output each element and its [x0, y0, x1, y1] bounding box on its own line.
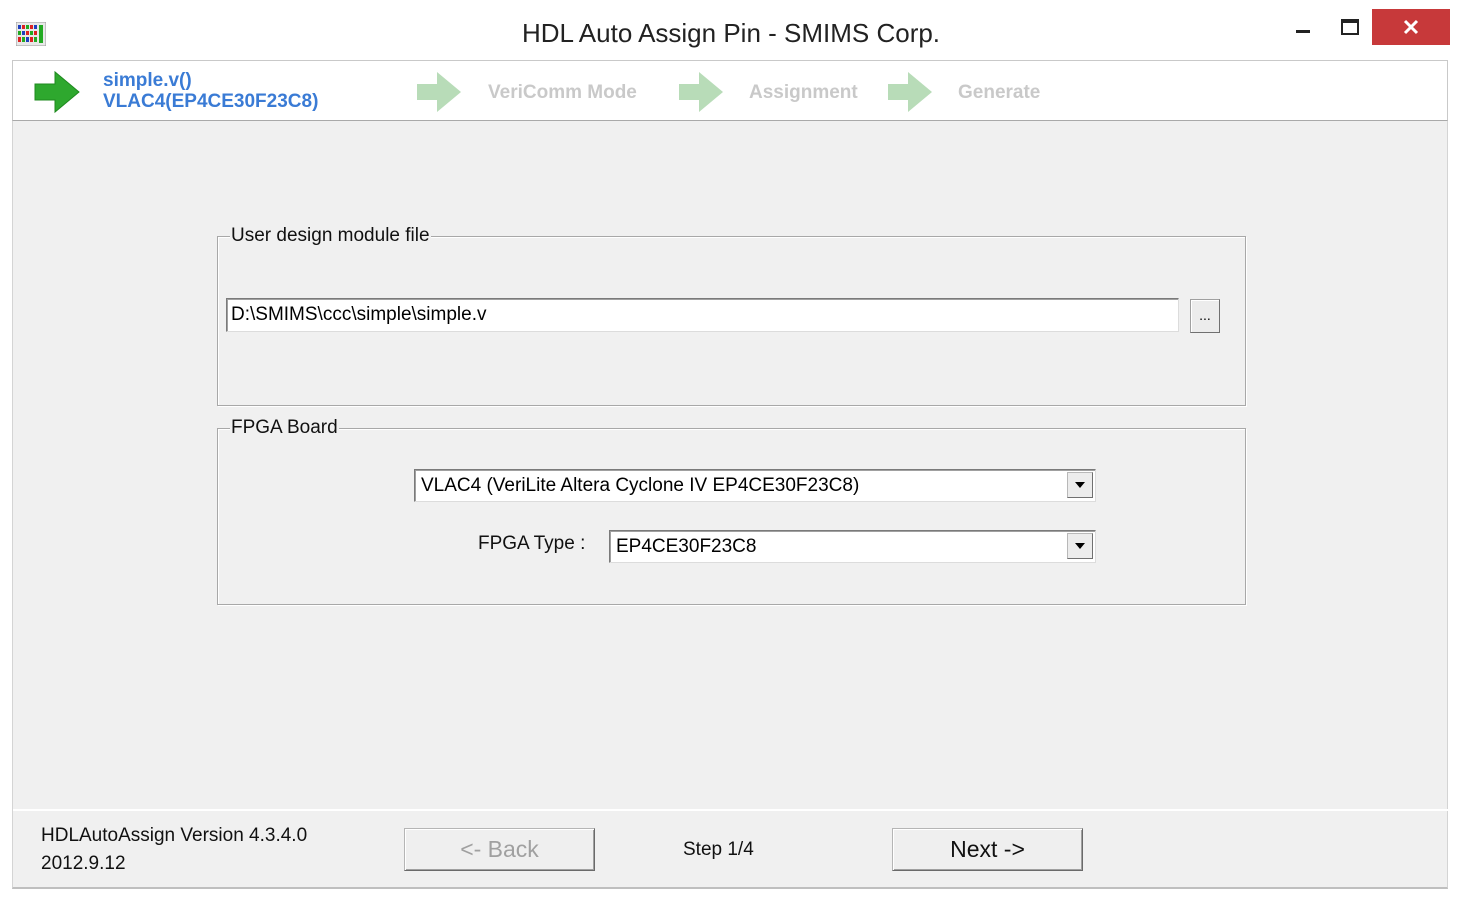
fpga-type-select-value: EP4CE30F23C8	[616, 536, 757, 557]
maximize-button[interactable]	[1330, 9, 1370, 45]
board-select-dropdown-button[interactable]	[1067, 472, 1093, 498]
current-step-board: VLAC4(EP4CE30F23C8)	[103, 91, 319, 112]
fpga-board-group: FPGA Board VLAC4 (VeriLite Altera Cyclon…	[217, 416, 1246, 605]
minimize-button[interactable]	[1283, 9, 1323, 45]
app-window: HDL Auto Assign Pin - SMIMS Corp. simple…	[0, 0, 1462, 895]
current-step-arrow-icon	[34, 70, 80, 114]
step-arrow-icon	[679, 72, 723, 112]
minimize-icon	[1296, 30, 1310, 33]
fpga-type-label: FPGA Type :	[478, 533, 586, 554]
fpga-type-dropdown-button[interactable]	[1067, 533, 1093, 559]
version-date: 2012.9.12	[41, 853, 126, 874]
fpga-board-legend: FPGA Board	[230, 416, 339, 440]
step-assignment: Assignment	[749, 82, 858, 103]
step-vericomm-mode: VeriComm Mode	[488, 82, 637, 103]
wizard-step-header: simple.v() VLAC4(EP4CE30F23C8) VeriComm …	[12, 60, 1448, 121]
step-indicator: Step 1/4	[683, 839, 754, 860]
fpga-type-select[interactable]: EP4CE30F23C8	[609, 530, 1096, 563]
board-select[interactable]: VLAC4 (VeriLite Altera Cyclone IV EP4CE3…	[414, 469, 1096, 502]
window-title: HDL Auto Assign Pin - SMIMS Corp.	[521, 18, 941, 48]
step-generate: Generate	[958, 82, 1041, 103]
current-step-file: simple.v()	[103, 70, 192, 91]
footer-divider	[13, 809, 1449, 811]
version-text: HDLAutoAssign Version 4.3.4.0	[41, 825, 308, 846]
chevron-down-icon	[1075, 543, 1085, 549]
wizard-footer: HDLAutoAssign Version 4.3.4.0 2012.9.12 …	[12, 809, 1449, 889]
close-button[interactable]	[1372, 9, 1450, 45]
step-arrow-icon	[417, 72, 461, 112]
close-icon	[1403, 19, 1419, 35]
main-panel: User design module file D:\SMIMS\ccc\sim…	[12, 121, 1448, 809]
design-file-legend: User design module file	[230, 224, 431, 248]
next-button[interactable]: Next ->	[892, 828, 1083, 871]
design-file-path-input[interactable]: D:\SMIMS\ccc\simple\simple.v	[226, 298, 1179, 332]
step-arrow-icon	[888, 72, 932, 112]
back-button[interactable]: <- Back	[404, 828, 595, 871]
browse-file-button[interactable]: ...	[1190, 299, 1220, 333]
maximize-icon	[1341, 19, 1359, 35]
design-file-group: User design module file D:\SMIMS\ccc\sim…	[217, 224, 1246, 406]
chevron-down-icon	[1075, 482, 1085, 488]
current-step-label: simple.v() VLAC4(EP4CE30F23C8)	[103, 70, 318, 112]
board-select-value: VLAC4 (VeriLite Altera Cyclone IV EP4CE3…	[421, 475, 860, 496]
title-bar[interactable]: HDL Auto Assign Pin - SMIMS Corp.	[0, 0, 1462, 60]
